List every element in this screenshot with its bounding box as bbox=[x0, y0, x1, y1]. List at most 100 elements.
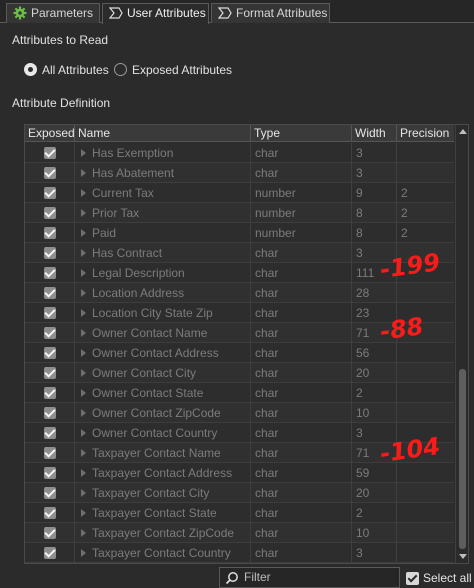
width-cell[interactable]: 56 bbox=[352, 343, 397, 363]
name-cell[interactable]: Has Abatement bbox=[75, 163, 251, 183]
width-cell[interactable]: 10 bbox=[352, 403, 397, 423]
tab-user-attributes[interactable]: User Attributes bbox=[102, 3, 209, 24]
precision-cell[interactable] bbox=[397, 163, 454, 183]
type-cell[interactable]: number bbox=[251, 183, 352, 203]
expand-arrow-icon[interactable] bbox=[81, 329, 86, 337]
name-cell[interactable]: Legal Description bbox=[75, 263, 251, 283]
table-row[interactable]: Has Abatement char 3 bbox=[25, 163, 454, 183]
expand-arrow-icon[interactable] bbox=[81, 269, 86, 277]
exposed-checkbox[interactable] bbox=[44, 447, 56, 459]
table-row[interactable]: Taxpayer Contact ZipCode char 10 bbox=[25, 523, 454, 543]
precision-cell[interactable]: 2 bbox=[397, 223, 454, 243]
exposed-checkbox[interactable] bbox=[44, 327, 56, 339]
exposed-checkbox[interactable] bbox=[44, 367, 56, 379]
exposed-checkbox[interactable] bbox=[44, 387, 56, 399]
expand-arrow-icon[interactable] bbox=[81, 229, 86, 237]
expand-arrow-icon[interactable] bbox=[81, 489, 86, 497]
name-cell[interactable]: Current Tax bbox=[75, 183, 251, 203]
table-row[interactable]: Taxpayer Contact Country char 3 bbox=[25, 543, 454, 563]
type-cell[interactable]: char bbox=[251, 483, 352, 503]
precision-cell[interactable]: 2 bbox=[397, 203, 454, 223]
tab-parameters[interactable]: Parameters bbox=[6, 3, 100, 23]
precision-cell[interactable] bbox=[397, 343, 454, 363]
width-cell[interactable]: 3 bbox=[352, 143, 397, 163]
name-cell[interactable]: Taxpayer Contact Country bbox=[75, 543, 251, 563]
type-cell[interactable]: char bbox=[251, 303, 352, 323]
exposed-checkbox[interactable] bbox=[44, 287, 56, 299]
tab-format-attributes[interactable]: Format Attributes bbox=[211, 3, 330, 23]
width-cell[interactable]: 8 bbox=[352, 223, 397, 243]
name-cell[interactable]: Owner Contact ZipCode bbox=[75, 403, 251, 423]
type-cell[interactable]: char bbox=[251, 523, 352, 543]
expand-arrow-icon[interactable] bbox=[81, 429, 86, 437]
exposed-checkbox[interactable] bbox=[44, 347, 56, 359]
exposed-checkbox[interactable] bbox=[44, 247, 56, 259]
exposed-checkbox[interactable] bbox=[44, 167, 56, 179]
width-cell[interactable]: 20 bbox=[352, 363, 397, 383]
table-row[interactable]: Taxpayer Contact City char 20 bbox=[25, 483, 454, 503]
type-cell[interactable]: char bbox=[251, 423, 352, 443]
width-cell[interactable]: 8 bbox=[352, 203, 397, 223]
name-cell[interactable]: Owner Contact Name bbox=[75, 323, 251, 343]
name-cell[interactable]: Owner Contact City bbox=[75, 363, 251, 383]
name-cell[interactable]: Taxpayer Contact City bbox=[75, 483, 251, 503]
select-all-checkbox[interactable]: Select all bbox=[406, 570, 472, 586]
name-cell[interactable]: Owner Contact Country bbox=[75, 423, 251, 443]
name-cell[interactable]: Prior Tax bbox=[75, 203, 251, 223]
expand-arrow-icon[interactable] bbox=[81, 349, 86, 357]
precision-cell[interactable] bbox=[397, 383, 454, 403]
expand-arrow-icon[interactable] bbox=[81, 529, 86, 537]
radio-all-attributes[interactable]: All Attributes bbox=[24, 62, 109, 78]
width-cell[interactable]: 10 bbox=[352, 523, 397, 543]
precision-cell[interactable] bbox=[397, 483, 454, 503]
type-cell[interactable]: char bbox=[251, 363, 352, 383]
precision-cell[interactable]: 2 bbox=[397, 183, 454, 203]
column-header-type[interactable]: Type bbox=[251, 125, 352, 142]
exposed-checkbox[interactable] bbox=[44, 267, 56, 279]
width-cell[interactable]: 20 bbox=[352, 483, 397, 503]
table-row[interactable]: Owner Contact City char 20 bbox=[25, 363, 454, 383]
exposed-checkbox[interactable] bbox=[44, 507, 56, 519]
name-cell[interactable]: Owner Contact Address bbox=[75, 343, 251, 363]
name-cell[interactable]: Paid bbox=[75, 223, 251, 243]
column-header-width[interactable]: Width bbox=[352, 125, 397, 142]
expand-arrow-icon[interactable] bbox=[81, 509, 86, 517]
table-row[interactable]: Owner Contact State char 2 bbox=[25, 383, 454, 403]
exposed-checkbox[interactable] bbox=[44, 207, 56, 219]
column-header-precision[interactable]: Precision bbox=[397, 125, 454, 142]
precision-cell[interactable] bbox=[397, 403, 454, 423]
precision-cell[interactable] bbox=[397, 523, 454, 543]
type-cell[interactable]: char bbox=[251, 163, 352, 183]
expand-arrow-icon[interactable] bbox=[81, 549, 86, 557]
type-cell[interactable]: char bbox=[251, 443, 352, 463]
exposed-checkbox[interactable] bbox=[44, 427, 56, 439]
type-cell[interactable]: char bbox=[251, 243, 352, 263]
type-cell[interactable]: char bbox=[251, 503, 352, 523]
expand-arrow-icon[interactable] bbox=[81, 169, 86, 177]
expand-arrow-icon[interactable] bbox=[81, 369, 86, 377]
type-cell[interactable]: char bbox=[251, 143, 352, 163]
filter-field[interactable] bbox=[219, 567, 400, 588]
name-cell[interactable]: Taxpayer Contact ZipCode bbox=[75, 523, 251, 543]
exposed-checkbox[interactable] bbox=[44, 527, 56, 539]
table-row[interactable]: Paid number 8 2 bbox=[25, 223, 454, 243]
expand-arrow-icon[interactable] bbox=[81, 469, 86, 477]
exposed-checkbox[interactable] bbox=[44, 227, 56, 239]
exposed-checkbox[interactable] bbox=[44, 467, 56, 479]
width-cell[interactable]: 28 bbox=[352, 283, 397, 303]
expand-arrow-icon[interactable] bbox=[81, 289, 86, 297]
precision-cell[interactable] bbox=[397, 283, 454, 303]
exposed-checkbox[interactable] bbox=[44, 547, 56, 559]
column-header-name[interactable]: Name bbox=[75, 125, 251, 142]
name-cell[interactable]: Location City State Zip bbox=[75, 303, 251, 323]
type-cell[interactable]: char bbox=[251, 343, 352, 363]
scroll-up-icon[interactable] bbox=[459, 129, 467, 134]
vertical-scrollbar[interactable] bbox=[455, 125, 468, 563]
table-row[interactable]: Owner Contact Address char 56 bbox=[25, 343, 454, 363]
exposed-checkbox[interactable] bbox=[44, 407, 56, 419]
width-cell[interactable]: 2 bbox=[352, 383, 397, 403]
width-cell[interactable]: 3 bbox=[352, 163, 397, 183]
table-row[interactable]: Location Address char 28 bbox=[25, 283, 454, 303]
type-cell[interactable]: char bbox=[251, 283, 352, 303]
precision-cell[interactable] bbox=[397, 143, 454, 163]
